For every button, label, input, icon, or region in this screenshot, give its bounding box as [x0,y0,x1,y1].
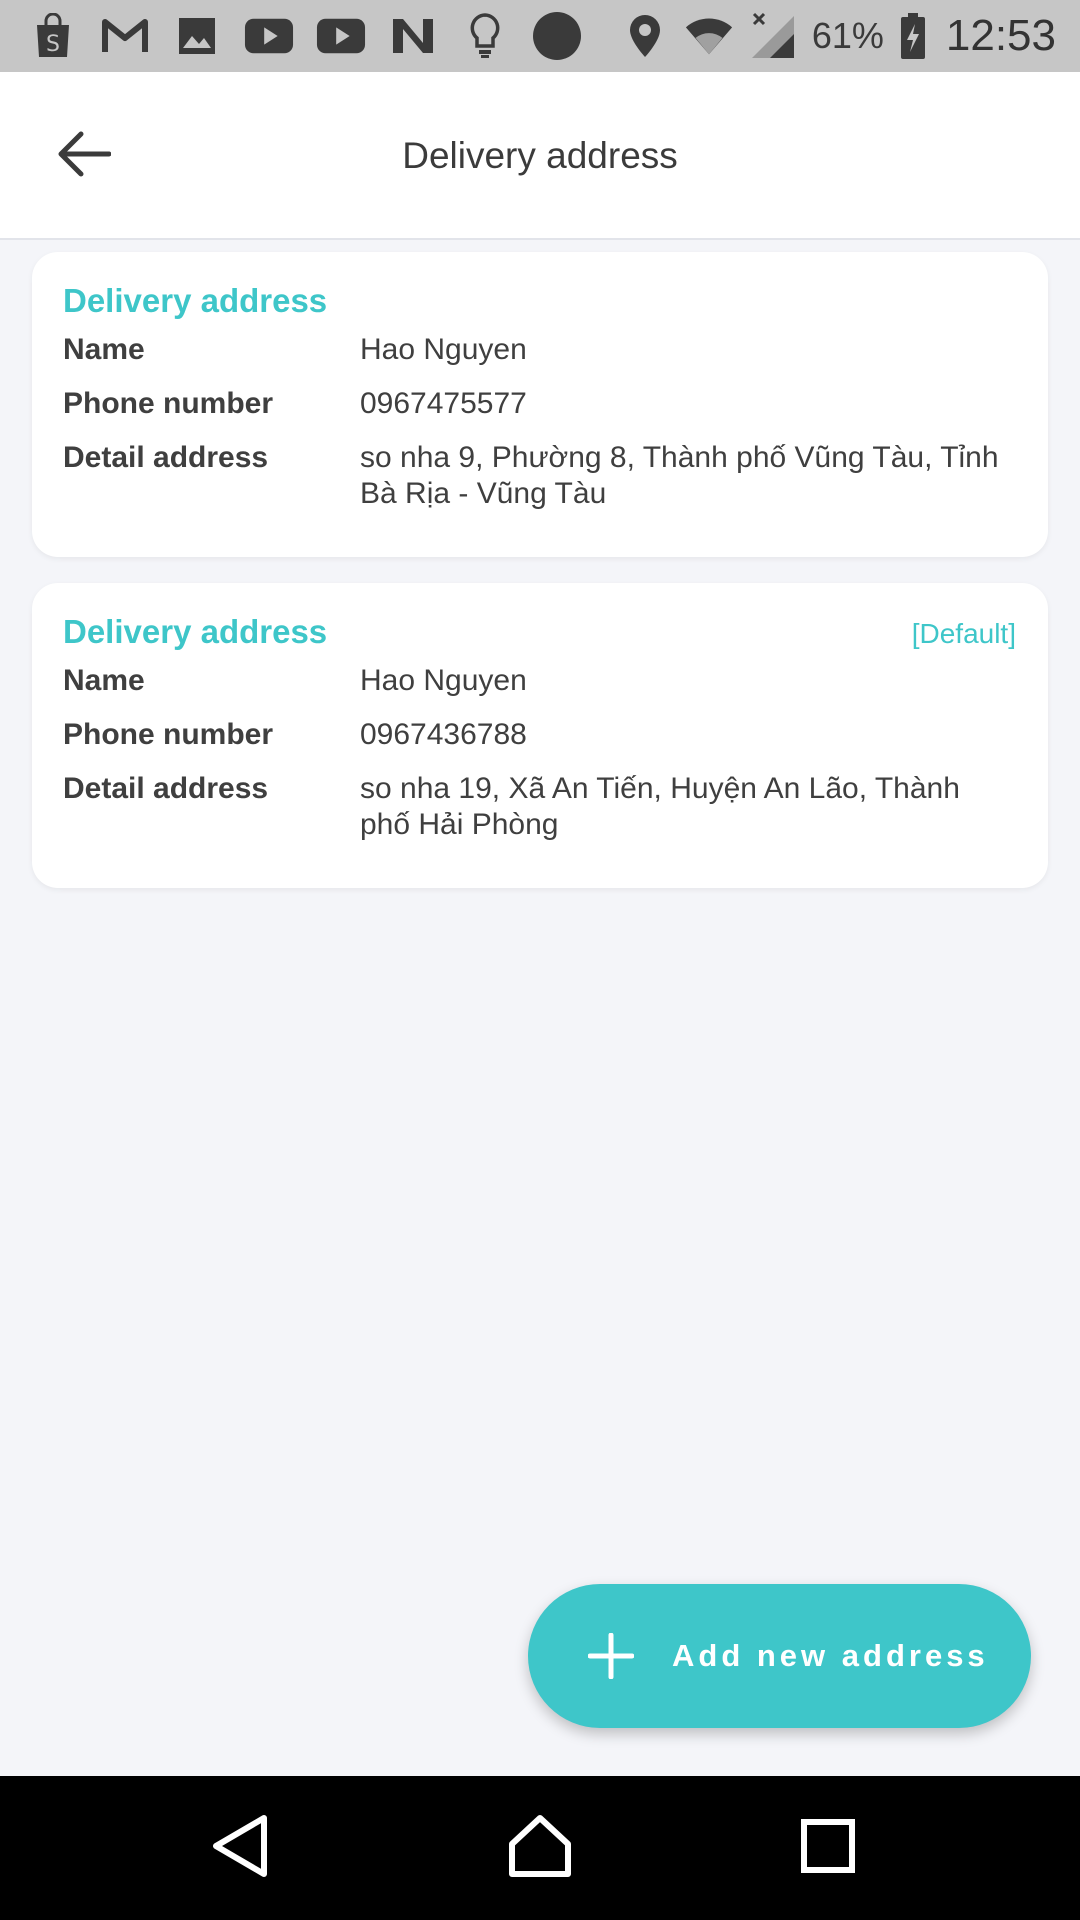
card-title: Delivery address [63,613,328,650]
circle-icon [532,11,582,61]
detail-value: so nha 9, Phường 8, Thành phố Vũng Tàu, … [360,441,999,510]
detail-label: Detail address [63,772,269,805]
battery-icon [898,11,928,61]
back-triangle-icon [210,1814,270,1883]
detail-label: Detail address [63,441,269,474]
clock: 12:53 [945,11,1056,60]
detail-row: Detail address so nha 19, Xã An Tiến, Hu… [63,771,1016,843]
wifi-icon [684,11,734,61]
card-header: Delivery address [63,282,1016,320]
name-value: Hao Nguyen [360,664,527,697]
phone-value: 0967475577 [360,387,527,420]
add-new-address-label: Add new address [672,1638,989,1673]
youtube-icon [316,11,366,61]
name-row: Name Hao Nguyen [63,332,1016,368]
lightbulb-icon [460,11,510,61]
screen: S 61% 12:53 Delivery address Delivery ad… [0,0,1080,1920]
battery-percent: 61% [811,15,884,56]
signal-icon [748,11,798,61]
system-status: 61% 12:53 [620,8,1056,64]
svg-text:S: S [46,32,60,57]
nav-home-button[interactable] [504,1812,576,1884]
nav-recents-button[interactable] [792,1812,864,1884]
address-card[interactable]: Delivery address [Default] Name Hao Nguy… [32,583,1048,888]
card-header: Delivery address [Default] [63,613,1016,651]
detail-row: Detail address so nha 9, Phường 8, Thành… [63,440,1016,512]
status-bar: S 61% 12:53 [0,0,1080,72]
default-badge: [Default] [911,618,1016,649]
home-icon [508,1814,572,1883]
detail-value: so nha 19, Xã An Tiến, Huyện An Lão, Thà… [360,772,960,841]
phone-label: Phone number [63,718,274,751]
n-app-icon [388,11,438,61]
back-button[interactable] [44,116,124,196]
phone-row: Phone number 0967436788 [63,717,1016,753]
youtube-icon [244,11,294,61]
card-title: Delivery address [63,282,328,319]
shopping-bag-icon: S [28,11,78,61]
name-label: Name [63,333,145,366]
add-new-address-button[interactable]: Add new address [528,1584,1031,1728]
location-icon [620,11,670,61]
gallery-icon [172,11,222,61]
navigation-bar [0,1776,1080,1920]
plus-icon [588,1633,634,1679]
gmail-icon [100,11,150,61]
phone-row: Phone number 0967475577 [63,386,1016,422]
nav-back-button[interactable] [204,1812,276,1884]
phone-label: Phone number [63,387,274,420]
arrow-left-icon [57,131,112,182]
name-label: Name [63,664,145,697]
notification-icons: S [28,10,582,62]
page-title: Delivery address [402,135,678,176]
phone-value: 0967436788 [360,718,527,751]
name-row: Name Hao Nguyen [63,663,1016,699]
address-list: Delivery address Name Hao Nguyen Phone n… [32,252,1048,914]
recents-icon [800,1818,856,1879]
app-bar: Delivery address [0,72,1080,240]
address-card[interactable]: Delivery address Name Hao Nguyen Phone n… [32,252,1048,557]
name-value: Hao Nguyen [360,333,527,366]
